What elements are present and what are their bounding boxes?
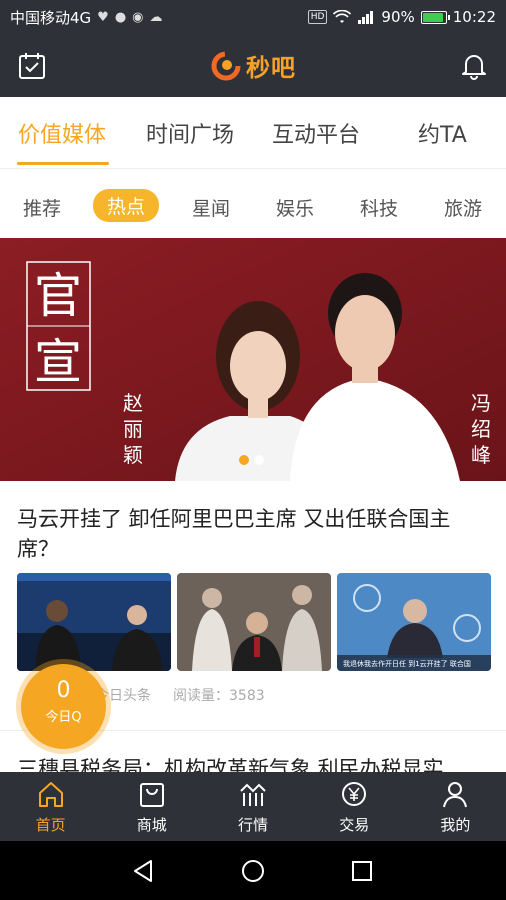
nav-home[interactable]: 首页 xyxy=(0,772,101,841)
tab-value-media[interactable]: 价值媒体 xyxy=(18,117,106,149)
carousel-indicators xyxy=(239,455,264,465)
banner-carousel[interactable]: 官 宣 赵 丽 颖 冯 绍 峰 xyxy=(0,238,506,481)
read-count-label: 阅读量： xyxy=(173,688,229,704)
nav-mall[interactable]: 商城 xyxy=(101,772,202,841)
yuan-exchange-icon xyxy=(342,781,367,806)
home-circle-icon[interactable] xyxy=(240,858,266,884)
cloud-notification-icon: ☁ xyxy=(149,9,163,25)
article-title[interactable]: 马云开挂了 卸任阿里巴巴主席 又出任联合国主席？ xyxy=(17,504,492,564)
article-thumbnail[interactable]: 我退休我去作开日任 到1云开挂了 联合国 xyxy=(337,573,491,671)
signal-icon xyxy=(358,11,374,24)
nav-trade[interactable]: 交易 xyxy=(304,772,405,841)
main-tabs: 价值媒体 时间广场 互动平台 约TA xyxy=(0,97,506,169)
article-thumbnails[interactable]: 我退休我去作开日任 到1云开挂了 联合国 xyxy=(17,573,491,671)
carousel-dot[interactable] xyxy=(254,455,264,465)
stamp-char-2: 宣 xyxy=(34,334,82,390)
status-bar: 中国移动4G ♥ ● ◉ ☁ HD 90% 10:22 xyxy=(0,0,506,34)
carrier-label: 中国移动4G xyxy=(10,8,92,27)
logo-text: 秒吧 xyxy=(246,54,296,82)
article-meta: 今日头条 阅读量：3583 xyxy=(95,685,265,705)
active-tab-indicator xyxy=(17,162,109,165)
back-icon[interactable] xyxy=(131,858,157,884)
app-logo: 秒吧 xyxy=(210,48,296,83)
carousel-dot-active[interactable] xyxy=(239,455,249,465)
battery-percent: 90% xyxy=(381,8,415,26)
category-recommend[interactable]: 推荐 xyxy=(23,194,61,221)
bottom-nav: 首页 商城 行情 交易 我的 xyxy=(0,772,506,841)
article-thumbnail[interactable] xyxy=(17,573,171,671)
daily-q-count: 0 xyxy=(56,678,71,703)
market-chart-icon xyxy=(240,783,266,806)
tab-interactive-platform[interactable]: 互动平台 xyxy=(272,117,360,149)
nav-trade-label: 交易 xyxy=(339,815,370,834)
left-name-2: 丽 xyxy=(123,417,143,441)
app-header: 秒吧 xyxy=(0,34,506,97)
category-entertainment[interactable]: 娱乐 xyxy=(276,194,314,221)
left-name-1: 赵 xyxy=(123,391,143,415)
shopping-bag-icon xyxy=(139,782,164,807)
bell-icon[interactable] xyxy=(459,50,489,80)
daily-q-float-button[interactable]: 0 今日Q xyxy=(21,664,106,749)
hd-badge: HD xyxy=(307,10,328,24)
nav-mine-label: 我的 xyxy=(440,815,471,834)
article-read-count: 阅读量：3583 xyxy=(173,685,265,705)
home-icon xyxy=(38,781,63,807)
category-travel[interactable]: 旅游 xyxy=(444,194,482,221)
chat-notification-icon: ● xyxy=(114,9,127,25)
left-name-3: 颖 xyxy=(123,443,143,467)
banner-image: 官 宣 赵 丽 颖 冯 绍 峰 xyxy=(0,238,506,481)
nav-mine[interactable]: 我的 xyxy=(405,772,506,841)
thumb-caption: 我退休我去作开日任 到1云开挂了 联合国 xyxy=(343,659,471,668)
recents-square-icon[interactable] xyxy=(349,858,375,884)
nav-market[interactable]: 行情 xyxy=(202,772,303,841)
heart-notification-icon: ♥ xyxy=(97,9,109,25)
right-name-3: 峰 xyxy=(471,443,491,467)
system-nav-bar xyxy=(0,841,506,900)
battery-icon xyxy=(420,10,450,24)
article-thumbnail[interactable] xyxy=(177,573,331,671)
nav-home-label: 首页 xyxy=(35,815,66,834)
nav-mall-label: 商城 xyxy=(136,815,167,834)
category-bar: 推荐 热点 星闻 娱乐 科技 旅游 xyxy=(0,170,506,238)
tab-time-square[interactable]: 时间广场 xyxy=(146,117,234,149)
tab-date-ta[interactable]: 约TA xyxy=(418,117,467,149)
wifi-icon xyxy=(333,10,352,23)
category-tech[interactable]: 科技 xyxy=(360,194,398,221)
stamp-char-1: 官 xyxy=(34,268,82,324)
category-hot[interactable]: 热点 xyxy=(93,189,160,222)
right-name-2: 绍 xyxy=(471,417,491,441)
right-name-1: 冯 xyxy=(471,391,491,415)
daily-q-label: 今日Q xyxy=(45,710,82,725)
calendar-check-icon[interactable] xyxy=(17,51,47,81)
wechat-notification-icon: ◉ xyxy=(132,9,144,25)
read-count-value: 3583 xyxy=(229,688,265,704)
user-icon xyxy=(443,781,468,807)
logo-swirl-icon xyxy=(211,51,241,80)
clock: 10:22 xyxy=(452,8,496,26)
category-star-news[interactable]: 星闻 xyxy=(192,194,230,221)
nav-market-label: 行情 xyxy=(238,815,269,834)
